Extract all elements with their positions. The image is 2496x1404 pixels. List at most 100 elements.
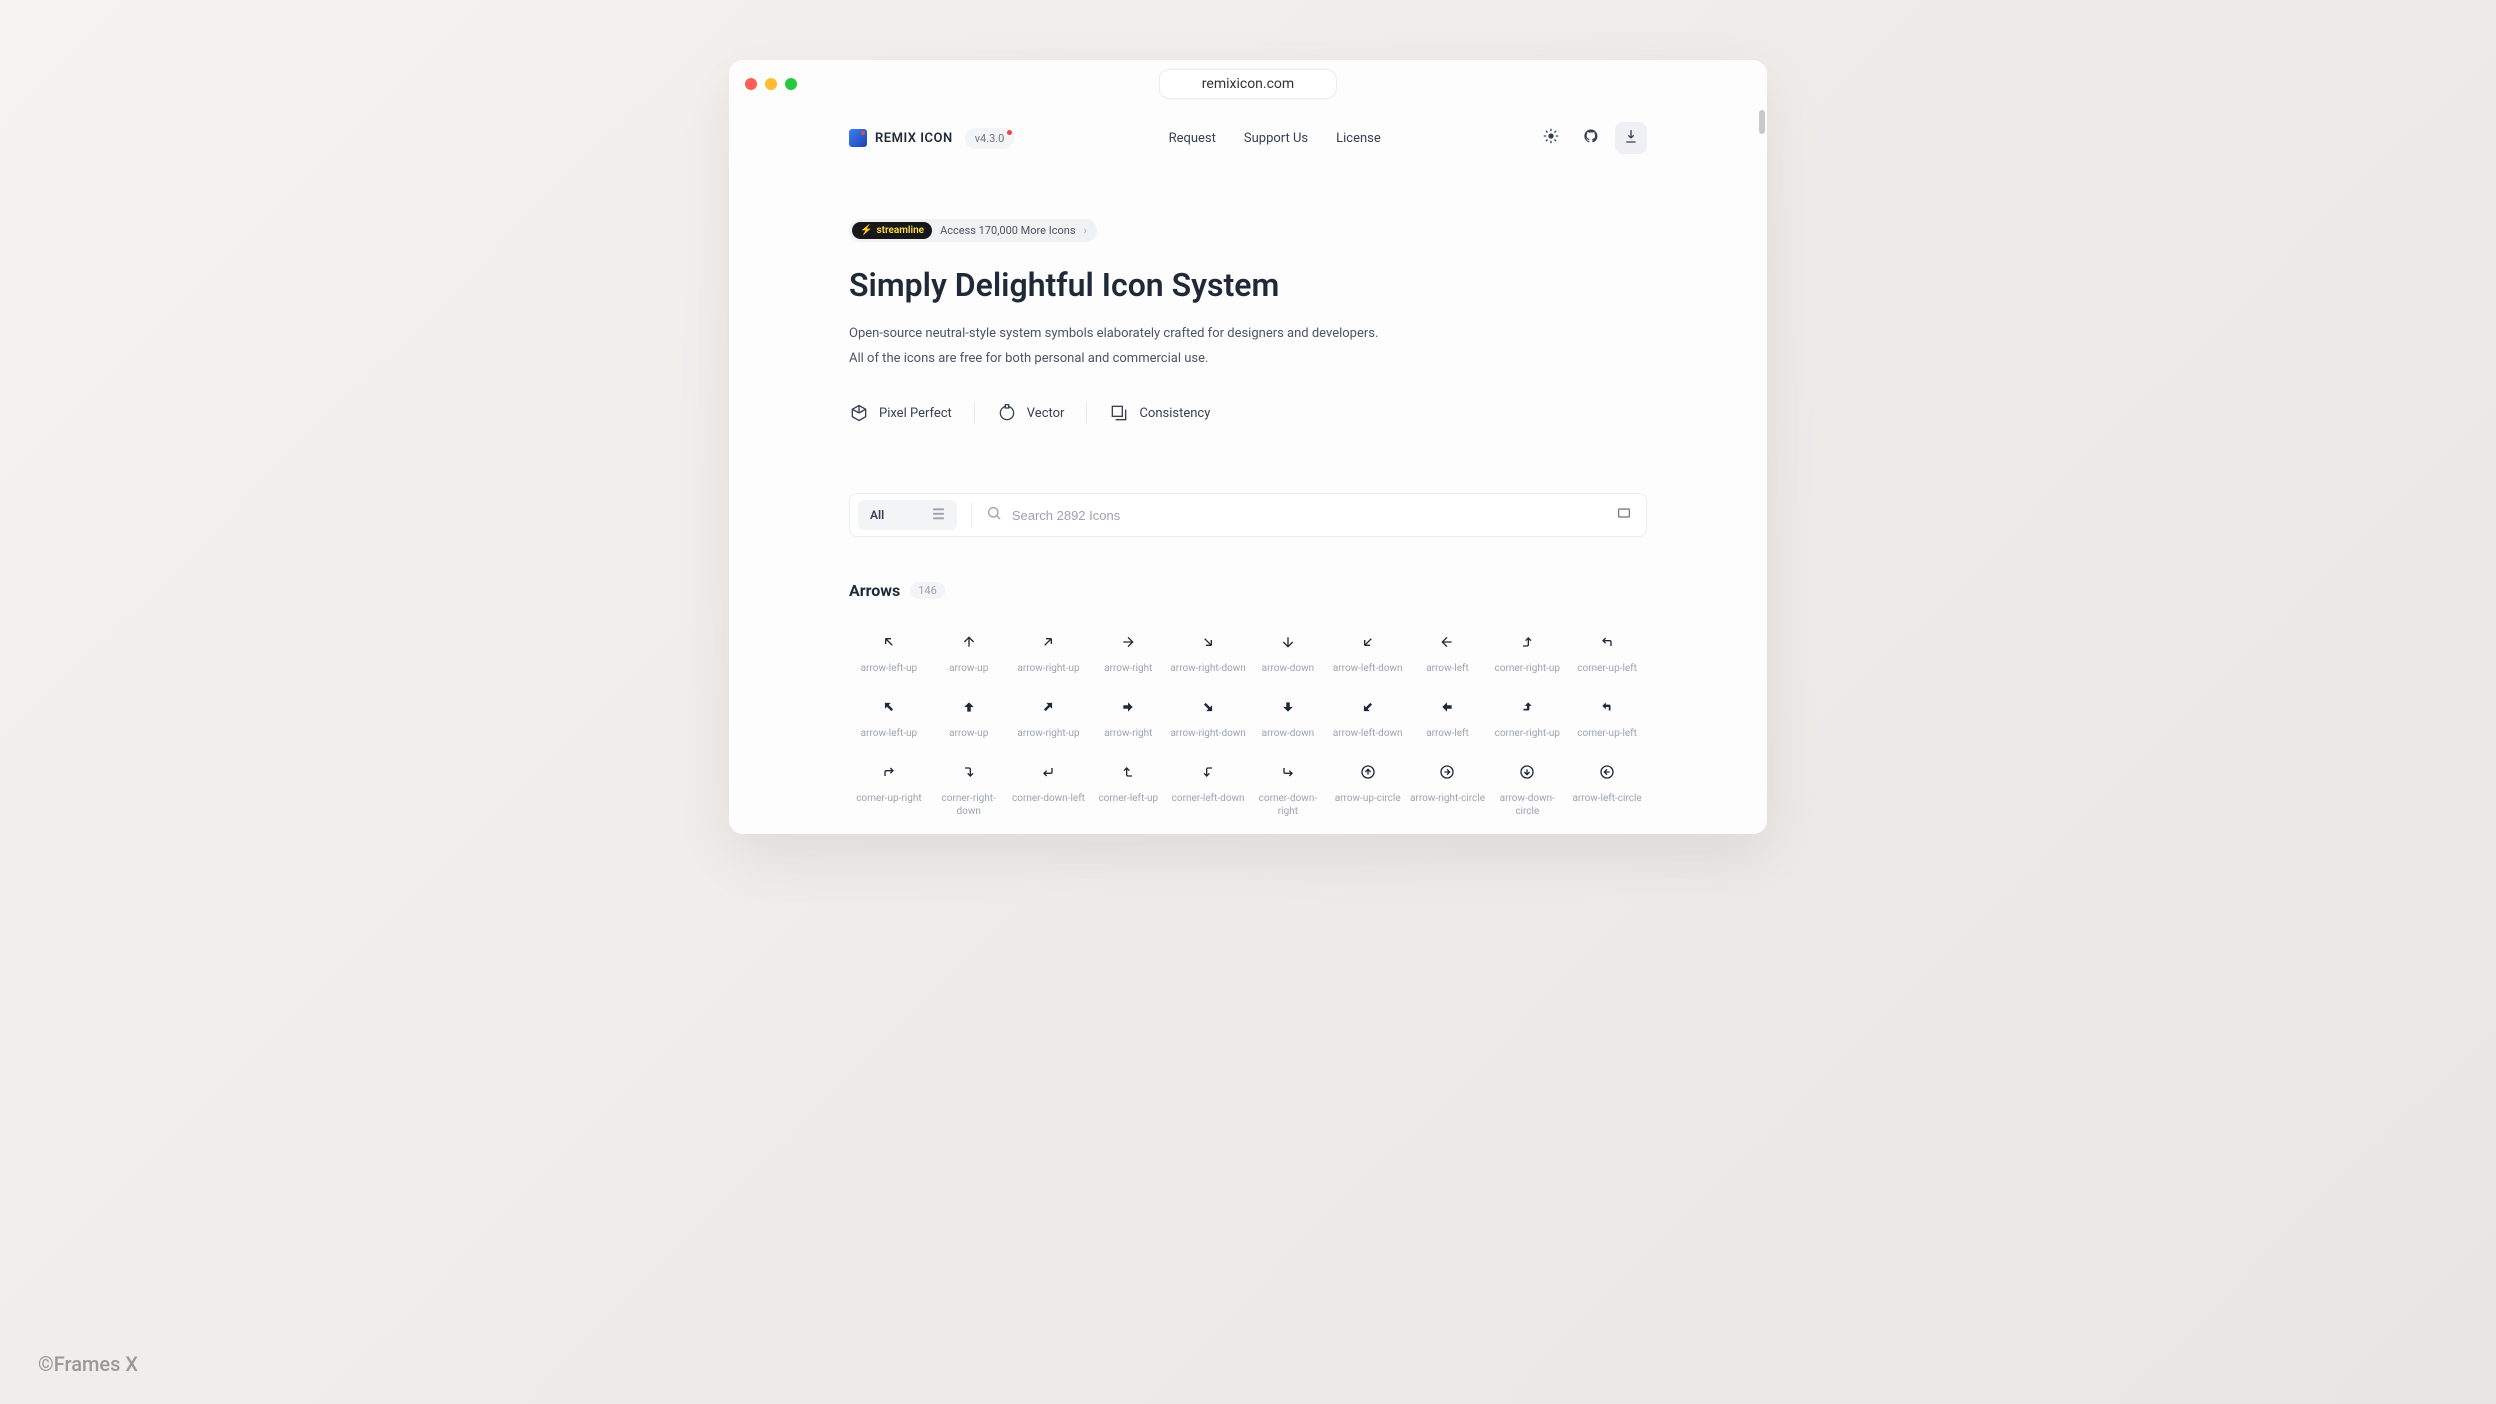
icon-label: arrow-left-down xyxy=(1333,662,1403,675)
header-actions xyxy=(1535,122,1647,154)
icon-arrow-right-up-fill[interactable]: arrow-right-up xyxy=(1009,693,1089,744)
divider xyxy=(971,502,972,528)
icon-corner-left-up[interactable]: corner-left-up xyxy=(1088,758,1168,822)
window-zoom-icon[interactable] xyxy=(785,78,797,90)
icon-arrow-right-fill[interactable]: arrow-right xyxy=(1088,693,1168,744)
github-icon xyxy=(1583,128,1599,148)
icon-corner-right-up-fill[interactable]: corner-right-up xyxy=(1487,693,1567,744)
icon-corner-up-left-fill[interactable]: corner-up-left xyxy=(1567,693,1647,744)
icon-arrow-up[interactable]: arrow-up xyxy=(929,628,1009,679)
icon-label: corner-up-left xyxy=(1577,727,1637,740)
icon-corner-down-right[interactable]: corner-down-right xyxy=(1248,758,1328,822)
download-button[interactable] xyxy=(1615,122,1647,154)
search-input[interactable] xyxy=(1012,508,1602,523)
corner-right-up-fill-icon xyxy=(1517,697,1537,717)
icon-label: arrow-right-circle xyxy=(1410,792,1485,818)
corner-up-right-icon xyxy=(879,762,899,782)
icon-arrow-left-down-fill[interactable]: arrow-left-down xyxy=(1328,693,1408,744)
arrow-left-down-fill-icon xyxy=(1358,697,1378,717)
feature-label: Consistency xyxy=(1139,406,1210,421)
nav-support[interactable]: Support Us xyxy=(1244,131,1308,146)
icon-arrow-left[interactable]: arrow-left xyxy=(1408,628,1488,679)
icon-arrow-right-up[interactable]: arrow-right-up xyxy=(1009,628,1089,679)
icon-label: arrow-right-down xyxy=(1170,662,1245,675)
icon-arrow-right[interactable]: arrow-right xyxy=(1088,628,1168,679)
corner-right-up-icon xyxy=(1517,632,1537,652)
icon-arrow-left-down[interactable]: arrow-left-down xyxy=(1328,628,1408,679)
arrow-left-down-icon xyxy=(1358,632,1378,652)
arrow-down-icon xyxy=(1278,632,1298,652)
window-minimize-icon[interactable] xyxy=(765,78,777,90)
icon-label: corner-right-up xyxy=(1495,662,1560,675)
corner-down-right-icon xyxy=(1278,762,1298,782)
icon-label: arrow-left xyxy=(1426,727,1469,740)
icon-grid: arrow-left-up arrow-up arrow-right-up ar… xyxy=(849,628,1647,822)
icon-label: corner-right-down xyxy=(930,792,1008,818)
icon-arrow-down[interactable]: arrow-down xyxy=(1248,628,1328,679)
window-close-icon[interactable] xyxy=(745,78,757,90)
bolt-icon: ⚡ xyxy=(860,225,872,236)
streamline-badge: ⚡ streamline xyxy=(852,222,932,239)
arrow-up-fill-icon xyxy=(959,697,979,717)
icon-arrow-right-down[interactable]: arrow-right-down xyxy=(1168,628,1248,679)
github-button[interactable] xyxy=(1575,122,1607,154)
icon-label: arrow-right-up xyxy=(1017,727,1079,740)
category-count: 146 xyxy=(910,582,945,599)
arrow-right-up-fill-icon xyxy=(1038,697,1058,717)
icon-label: arrow-right xyxy=(1104,662,1152,675)
icon-corner-up-left[interactable]: corner-up-left xyxy=(1567,628,1647,679)
icon-corner-up-right[interactable]: corner-up-right xyxy=(849,758,929,822)
icon-label: corner-right-up xyxy=(1495,727,1560,740)
arrow-down-circle-icon xyxy=(1517,762,1537,782)
streamline-label: streamline xyxy=(876,225,924,236)
icon-arrow-up-circle[interactable]: arrow-up-circle xyxy=(1328,758,1408,822)
icon-arrow-up-fill[interactable]: arrow-up xyxy=(929,693,1009,744)
arrow-up-icon xyxy=(959,632,979,652)
nav-request[interactable]: Request xyxy=(1169,131,1216,146)
logo[interactable]: REMIX ICON xyxy=(849,129,953,147)
corner-down-left-icon xyxy=(1038,762,1058,782)
icon-corner-right-up[interactable]: corner-right-up xyxy=(1487,628,1567,679)
chevron-right-icon: › xyxy=(1084,224,1087,237)
icon-corner-down-left[interactable]: corner-down-left xyxy=(1009,758,1089,822)
cube-icon xyxy=(849,403,869,423)
icon-label: corner-down-right xyxy=(1249,792,1327,818)
icon-label: corner-left-down xyxy=(1172,792,1245,818)
hero-desc-line1: Open-source neutral-style system symbols… xyxy=(849,322,1647,347)
filter-dropdown[interactable]: All ☰ xyxy=(858,500,957,530)
icon-corner-left-down[interactable]: corner-left-down xyxy=(1168,758,1248,822)
titlebar: remixicon.com xyxy=(729,60,1767,108)
nav-license[interactable]: License xyxy=(1336,131,1381,146)
hero-section: ⚡ streamline Access 170,000 More Icons ›… xyxy=(729,168,1767,453)
traffic-lights xyxy=(745,78,797,90)
icon-arrow-down-fill[interactable]: arrow-down xyxy=(1248,693,1328,744)
search-icon xyxy=(986,505,1002,525)
feature-label: Pixel Perfect xyxy=(879,406,952,421)
corner-right-down-icon xyxy=(959,762,979,782)
icon-arrow-right-circle[interactable]: arrow-right-circle xyxy=(1408,758,1488,822)
icon-arrow-left-up[interactable]: arrow-left-up xyxy=(849,628,929,679)
icon-arrow-left-fill[interactable]: arrow-left xyxy=(1408,693,1488,744)
arrow-up-circle-icon xyxy=(1358,762,1378,782)
arrow-left-fill-icon xyxy=(1437,697,1457,717)
icon-label: arrow-left-up xyxy=(861,662,917,675)
icon-arrow-down-circle[interactable]: arrow-down-circle xyxy=(1487,758,1567,822)
promo-chip[interactable]: ⚡ streamline Access 170,000 More Icons › xyxy=(849,219,1097,242)
icon-label: corner-down-left xyxy=(1012,792,1085,818)
circle-icon xyxy=(997,403,1017,423)
theme-toggle-button[interactable] xyxy=(1535,122,1567,154)
icon-label: arrow-right xyxy=(1104,727,1152,740)
corner-up-left-fill-icon xyxy=(1597,697,1617,717)
brand-name: REMIX ICON xyxy=(875,131,953,146)
icon-corner-right-down[interactable]: corner-right-down xyxy=(929,758,1009,822)
icon-arrow-left-circle[interactable]: arrow-left-circle xyxy=(1567,758,1647,822)
icon-label: arrow-down-circle xyxy=(1488,792,1566,818)
version-badge[interactable]: v4.3.0 xyxy=(965,128,1015,149)
promo-text: Access 170,000 More Icons xyxy=(940,224,1075,237)
scrollbar-thumb[interactable] xyxy=(1759,110,1765,134)
arrow-left-circle-icon xyxy=(1597,762,1617,782)
url-bar[interactable]: remixicon.com xyxy=(1159,69,1337,99)
icon-arrow-left-up-fill[interactable]: arrow-left-up xyxy=(849,693,929,744)
collapse-all-button[interactable] xyxy=(1616,505,1632,525)
icon-arrow-right-down-fill[interactable]: arrow-right-down xyxy=(1168,693,1248,744)
